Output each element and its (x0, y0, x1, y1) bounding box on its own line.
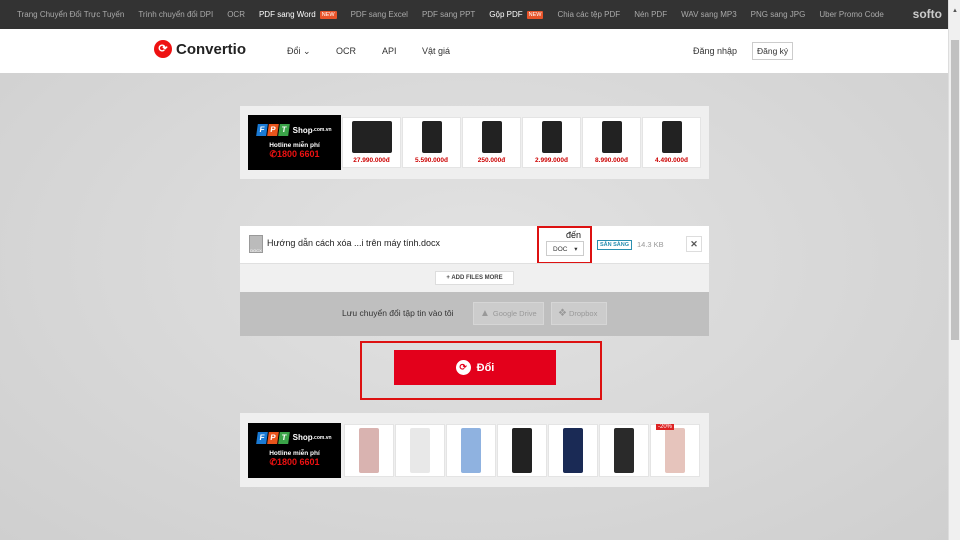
product-price: 2.999.000đ (535, 157, 568, 164)
product-image (461, 427, 481, 473)
ad-product[interactable] (548, 423, 598, 477)
file-size: 14.3 KB (637, 240, 664, 249)
product-price: 5.590.000đ (415, 157, 448, 164)
hotline-label: Hotline miễn phí (269, 142, 320, 149)
ad-product[interactable] (446, 423, 496, 477)
new-badge: NEW (319, 10, 337, 19)
convertio-logo[interactable]: ⟳ Convertio (154, 40, 246, 58)
convert-icon: ⟳ (455, 360, 471, 375)
add-files-button[interactable]: + ADD FILES MORE (435, 271, 514, 285)
logo-text: Convertio (176, 40, 247, 58)
convertio-logo-icon: ⟳ (154, 40, 172, 58)
plus-icon: + (446, 275, 450, 281)
ad-product[interactable]: -20% (650, 423, 700, 477)
ad-product[interactable]: 2.999.000đ (522, 117, 581, 168)
scroll-up-icon: ▲ (952, 8, 958, 14)
product-image (410, 427, 430, 473)
hotline-number: ✆1800 6601 (269, 149, 320, 159)
topbar-link[interactable]: PDF sang Excel (351, 10, 408, 19)
dropbox-button[interactable]: ❖ Dropbox (551, 302, 607, 325)
topbar-link[interactable]: Gộp PDF NEW (489, 10, 544, 19)
fpt-shop-logo: FPT Shop .com.vn Hotline miễn phí ✆1800 6… (248, 115, 341, 170)
topbar-link[interactable]: PNG sang JPG (751, 10, 806, 19)
scrollbar-thumb[interactable] (951, 40, 959, 340)
discount-badge: -20% (655, 424, 674, 430)
chevron-down-icon: ⌄ (303, 46, 311, 56)
product-image (512, 427, 532, 473)
product-price: 250.000đ (477, 157, 506, 164)
topbar-link[interactable]: Uber Promo Code (819, 10, 883, 19)
ad-banner-top[interactable]: FPT Shop .com.vn Hotline miễn phí ✆1800 6… (240, 106, 709, 179)
topbar-link[interactable]: Nén PDF (634, 10, 667, 19)
nav-api[interactable]: API (382, 46, 397, 56)
caret-down-icon: ▾ (574, 246, 578, 253)
nav-pricing[interactable]: Vật giá (422, 46, 450, 56)
product-image (481, 121, 502, 153)
product-image (421, 121, 442, 153)
product-price: 27.990.000đ (353, 157, 390, 164)
topbar-link[interactable]: OCR (227, 10, 245, 19)
ad-product[interactable] (599, 423, 649, 477)
file-name: Hướng dẫn cách xóa ...i trên máy tính.do… (267, 238, 441, 248)
product-image (665, 427, 685, 473)
ad-product[interactable] (497, 423, 547, 477)
ad-product[interactable]: 5.590.000đ (402, 117, 461, 168)
add-files-row: + ADD FILES MORE (240, 263, 709, 292)
scrollbar[interactable]: ▲ (948, 0, 960, 540)
softo-brand[interactable]: softo (913, 7, 942, 21)
hotline-label: Hotline miễn phí (269, 449, 320, 457)
ad-product[interactable] (344, 423, 394, 477)
topbar-link[interactable]: Chia các tệp PDF (557, 10, 620, 19)
ad-product[interactable]: 8.990.000đ (582, 117, 641, 168)
ad-product[interactable]: 27.990.000đ (342, 117, 401, 168)
product-image (661, 121, 682, 153)
nav-convert[interactable]: Đổi ⌄ (287, 46, 311, 57)
format-select[interactable]: DOC ▾ (546, 241, 584, 256)
new-badge: NEW (526, 10, 544, 19)
google-drive-button[interactable]: ▲ Google Drive (473, 302, 544, 325)
to-label: đến (566, 230, 582, 240)
status-badge: SẴN SÀNG (597, 240, 633, 250)
close-icon: ✕ (690, 239, 698, 249)
topbar-link[interactable]: Trang Chuyển Đổi Trực Tuyến (17, 10, 124, 19)
convert-button[interactable]: ⟳ Đổi (394, 350, 556, 385)
file-row: DOCX Hướng dẫn cách xóa ...i trên máy tí… (240, 226, 709, 264)
product-price: 4.490.000đ (655, 157, 688, 164)
topbar-link[interactable]: Trình chuyển đổi DPI (138, 10, 213, 19)
fpt-shop-logo: FPT Shop .com.vn Hotline miễn phí ✆1800 6… (248, 422, 341, 478)
signup-button[interactable]: Đăng ký (752, 42, 794, 60)
ad-product[interactable] (395, 423, 445, 477)
remove-file-button[interactable]: ✕ (686, 236, 702, 252)
product-image (351, 121, 392, 153)
topbar-link[interactable]: WAV sang MP3 (681, 10, 737, 19)
site-header: ⟳ Convertio Đổi ⌄ OCR API Vật giá Đăng nh… (0, 29, 948, 73)
product-image (359, 427, 379, 473)
top-navigation-bar: Trang Chuyển Đổi Trực Tuyến Trình chuyển … (0, 0, 948, 29)
product-image (563, 427, 583, 473)
topbar-link[interactable]: PDF sang Word NEW (259, 10, 337, 19)
product-image (541, 121, 562, 153)
topbar-link[interactable]: PDF sang PPT (422, 10, 475, 19)
ad-banner-bottom[interactable]: FPT Shop .com.vn Hotline miễn phí ✆1800 6… (240, 413, 709, 487)
save-to-row: Lưu chuyển đổi tập tin vào tôi ▲ Google D… (240, 292, 709, 336)
nav-ocr[interactable]: OCR (336, 46, 356, 56)
google-drive-icon: ▲ (480, 308, 490, 319)
hotline-number: ✆1800 6601 (269, 456, 320, 467)
product-image (601, 121, 622, 153)
ad-product[interactable]: 250.000đ (462, 117, 521, 168)
dropbox-icon: ❖ (558, 308, 567, 319)
product-image (614, 427, 634, 473)
save-label: Lưu chuyển đổi tập tin vào tôi (342, 308, 454, 318)
product-price: 8.990.000đ (595, 157, 628, 164)
ad-product[interactable]: 4.490.000đ (642, 117, 701, 168)
login-link[interactable]: Đăng nhập (693, 46, 737, 56)
docx-file-icon: DOCX (249, 235, 263, 253)
